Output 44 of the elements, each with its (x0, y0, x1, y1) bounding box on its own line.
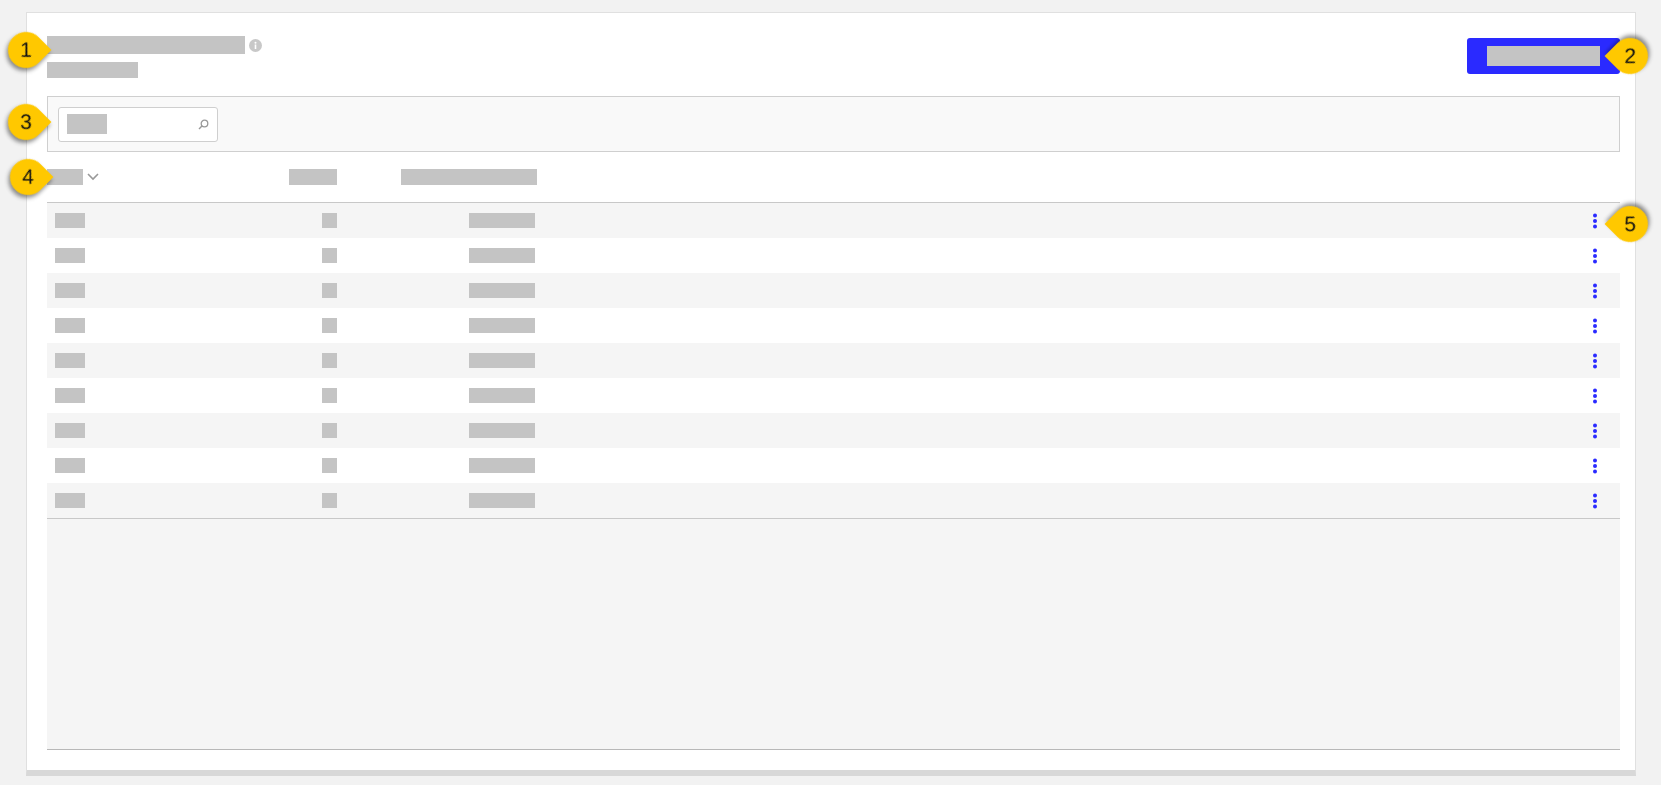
redacted-text-bar (55, 283, 85, 298)
redacted-text-bar (322, 423, 337, 438)
more-vertical-icon[interactable] (1592, 282, 1598, 299)
redacted-text-bar (322, 248, 337, 263)
redacted-text-bar (55, 493, 85, 508)
redacted-text-bar (55, 388, 85, 403)
redacted-text-bar (67, 114, 107, 134)
redacted-text-bar (469, 493, 535, 508)
chevron-down-icon[interactable] (87, 173, 99, 181)
redacted-text-bar (469, 283, 535, 298)
redacted-text-bar (322, 213, 337, 228)
redacted-text-bar (322, 318, 337, 333)
info-icon[interactable] (249, 38, 262, 52)
redacted-text-bar (322, 283, 337, 298)
search-field[interactable] (58, 106, 218, 142)
redacted-text-bar (55, 213, 85, 228)
more-vertical-icon[interactable] (1592, 247, 1598, 264)
redacted-text-bar (55, 423, 85, 438)
more-vertical-icon[interactable] (1592, 492, 1598, 509)
primary-button[interactable] (1467, 38, 1620, 74)
redacted-text-bar (469, 388, 535, 403)
redacted-text-bar (469, 318, 535, 333)
more-vertical-icon[interactable] (1592, 352, 1598, 369)
more-vertical-icon[interactable] (1592, 212, 1598, 229)
redacted-text-bar (55, 353, 85, 368)
redacted-text-bar (47, 169, 83, 185)
redacted-text-bar (322, 493, 337, 508)
redacted-text-bar (469, 458, 535, 473)
redacted-text-bar (55, 458, 85, 473)
redacted-text-bar (322, 388, 337, 403)
redacted-text-bar (322, 353, 337, 368)
redacted-text-bar (469, 248, 535, 263)
redacted-text-bar (289, 169, 337, 185)
redacted-text-bar (469, 423, 535, 438)
search-icon (198, 118, 209, 130)
more-vertical-icon[interactable] (1592, 317, 1598, 334)
more-vertical-icon[interactable] (1592, 422, 1598, 439)
redacted-text-bar (469, 353, 535, 368)
redacted-text-bar (469, 213, 535, 228)
more-vertical-icon[interactable] (1592, 387, 1598, 404)
redacted-text-bar (55, 318, 85, 333)
redacted-text-bar (55, 248, 85, 263)
more-vertical-icon[interactable] (1592, 457, 1598, 474)
redacted-text-bar (322, 458, 337, 473)
